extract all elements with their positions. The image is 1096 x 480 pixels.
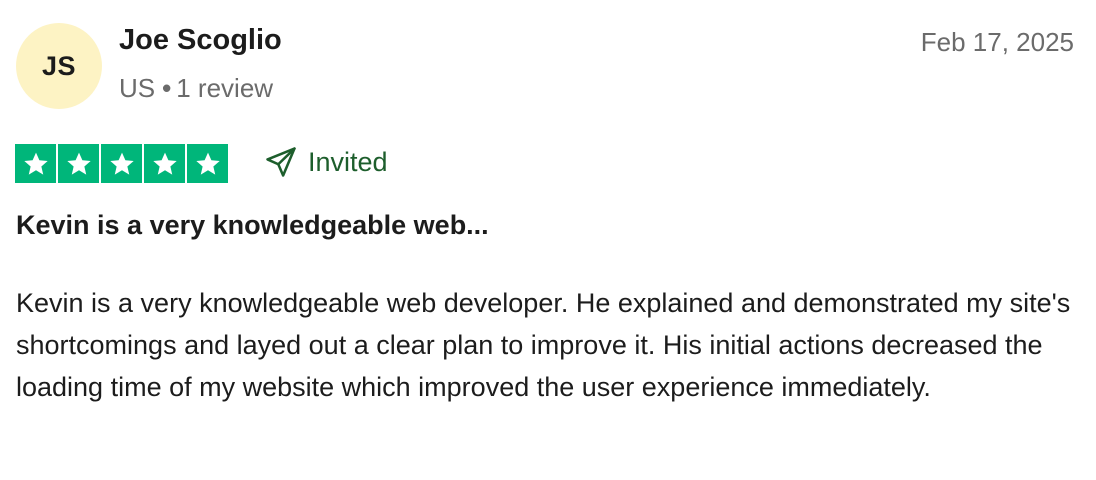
star-icon bbox=[58, 144, 99, 183]
review-date: Feb 17, 2025 bbox=[920, 27, 1074, 57]
reviewer-country: US bbox=[119, 73, 156, 103]
reviewer-name[interactable]: Joe Scoglio bbox=[119, 24, 282, 57]
paper-plane-icon bbox=[264, 145, 298, 179]
reviewer-meta: US • 1 review bbox=[119, 73, 273, 104]
invited-badge[interactable]: Invited bbox=[264, 145, 388, 179]
avatar[interactable]: JS bbox=[16, 23, 102, 109]
review-body: Kevin is a very knowledgeable web develo… bbox=[16, 288, 1071, 402]
star-icon bbox=[187, 144, 228, 183]
review-title[interactable]: Kevin is a very knowledgeable web... bbox=[16, 210, 489, 241]
reviewer-review-count: 1 review bbox=[176, 73, 274, 103]
avatar-initials: JS bbox=[41, 50, 77, 81]
star-icon bbox=[15, 144, 56, 183]
star-rating bbox=[15, 144, 228, 183]
invited-label: Invited bbox=[308, 146, 388, 177]
star-icon bbox=[144, 144, 185, 183]
meta-separator: • bbox=[162, 73, 172, 103]
review-card: JS Joe Scoglio US • 1 review Feb 17, 2025 bbox=[0, 0, 1096, 480]
star-icon bbox=[101, 144, 142, 183]
